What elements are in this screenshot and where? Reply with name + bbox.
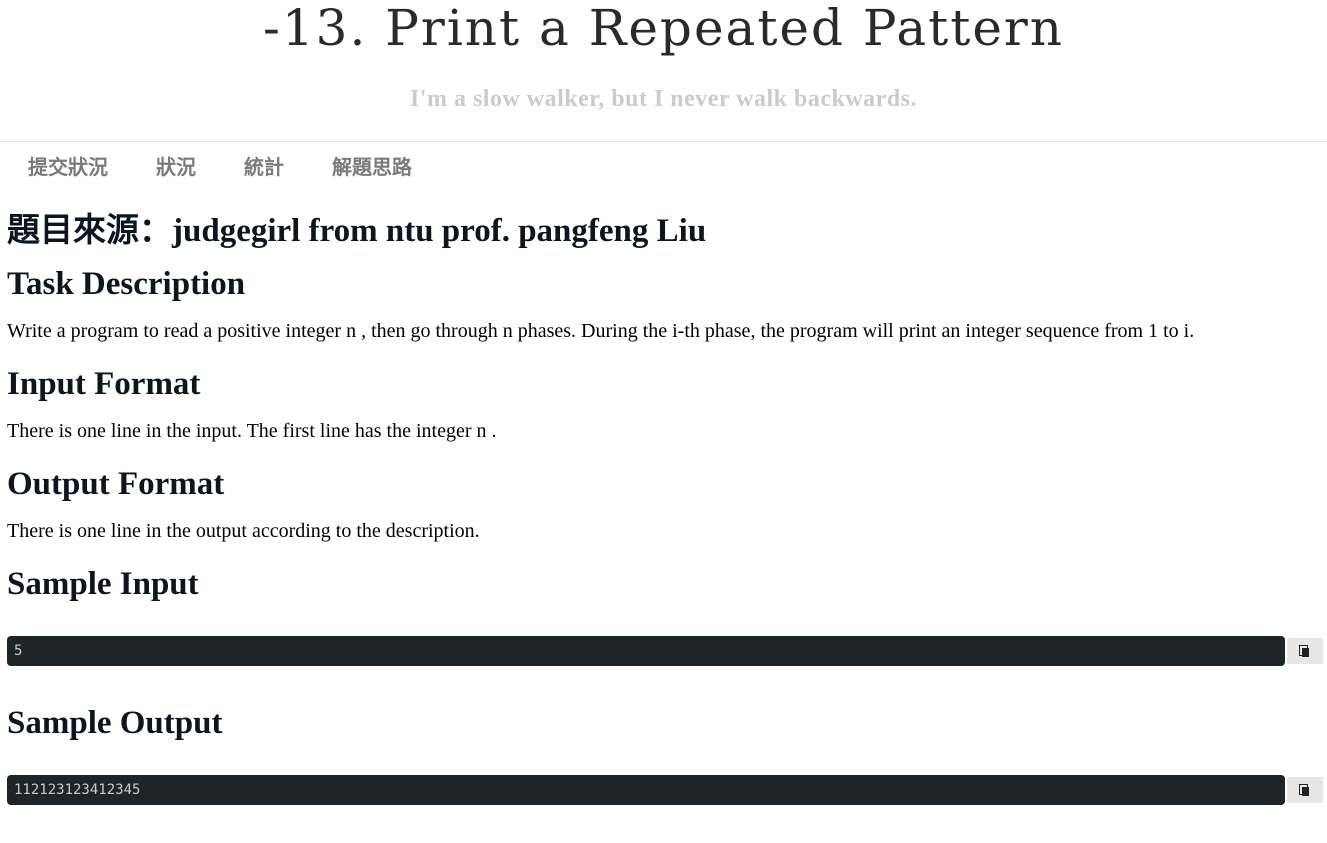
output-format-heading: Output Format [7,466,225,502]
nav-item-submission-status[interactable]: 提交狀況 [28,142,108,194]
task-description-text: Write a program to read a positive integ… [7,320,1195,342]
sample-output-heading: Sample Output [7,705,223,741]
nav-item-status[interactable]: 狀況 [156,142,196,194]
sample-input-code[interactable]: 5 [7,636,1285,666]
output-format-text: There is one line in the output accordin… [7,520,480,542]
sample-output-code[interactable]: 112123123412345 [7,775,1285,805]
site-header: -13. Print a Repeated Pattern I'm a slow… [0,0,1327,142]
input-format-text: There is one line in the input. The firs… [7,420,497,442]
copy-sample-output-button[interactable] [1287,777,1323,803]
sample-output-block: 112123123412345 [7,775,1323,805]
nav-item-statistics[interactable]: 統計 [244,142,284,194]
nav-item-solution-ideas[interactable]: 解題思路 [332,142,412,194]
problem-source-heading: 題目來源：judgegirl from ntu prof. pangfeng L… [7,213,707,249]
sample-input-heading: Sample Input [7,566,199,602]
task-description-heading: Task Description [7,266,246,302]
copy-icon [1299,645,1311,657]
site-subtitle: I'm a slow walker, but I never walk back… [409,86,918,112]
copy-sample-input-button[interactable] [1287,638,1323,664]
problem-content: 題目來源：judgegirl from ntu prof. pangfeng L… [7,205,1323,805]
copy-icon [1299,784,1311,796]
page-nav: 提交狀況 狀況 統計 解題思路 [0,142,1327,194]
sample-input-block: 5 [7,636,1323,666]
input-format-heading: Input Format [7,366,201,402]
site-title: -13. Print a Repeated Pattern [262,0,1065,57]
